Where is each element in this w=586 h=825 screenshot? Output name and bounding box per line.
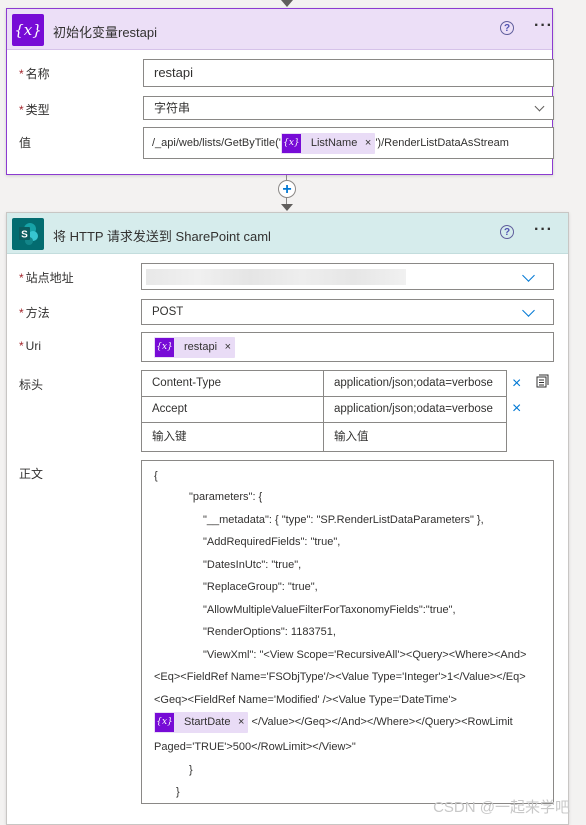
chevron-down-icon — [522, 304, 535, 317]
body-line: "__metadata": { "type": "SP.RenderListDa… — [203, 514, 484, 526]
required-mark: * — [19, 306, 24, 320]
card-header[interactable]: {x} 初始化变量restapi ? ··· — [7, 9, 552, 50]
connector-arrow — [281, 204, 293, 211]
uri-label: * Uri — [19, 339, 41, 353]
connector-arrow-top — [281, 0, 293, 7]
header-key-placeholder-input[interactable]: 输入键 — [141, 422, 324, 452]
sharepoint-icon: S — [12, 218, 44, 250]
body-line: } — [189, 764, 193, 776]
header-value-input[interactable]: application/json;odata=verbose — [323, 396, 507, 423]
chevron-down-icon — [534, 101, 545, 112]
name-input[interactable]: restapi — [143, 59, 554, 87]
help-icon[interactable]: ? — [500, 225, 514, 239]
variable-icon: {x} — [155, 337, 174, 357]
header-value-input[interactable]: application/json;odata=verbose — [323, 370, 507, 397]
name-label: * 名称 — [19, 67, 50, 81]
remove-token-icon[interactable]: × — [365, 133, 371, 154]
chevron-down-icon — [522, 269, 535, 282]
initialize-variable-card[interactable]: {x} 初始化变量restapi ? ··· * 名称 restapi * 类型 字… — [6, 8, 554, 175]
body-line: Paged='TRUE'>500</RowLimit></View>" — [154, 741, 356, 753]
site-address-dropdown[interactable] — [141, 263, 554, 290]
card-header[interactable]: S 将 HTTP 请求发送到 SharePoint caml ? ··· — [7, 213, 568, 254]
variable-icon: {x} — [155, 712, 174, 732]
body-line: <Eq><FieldRef Name='FSObjType'/><Value T… — [154, 671, 526, 683]
body-line: "AllowMultipleValueFilterForTaxonomyFiel… — [203, 604, 456, 616]
headers-label: 标头 — [19, 378, 44, 392]
header-key-input[interactable]: Accept — [141, 396, 324, 423]
body-line: { — [154, 470, 158, 482]
add-step-button[interactable]: + — [278, 180, 296, 198]
body-line-with-token: {x} StartDate × </Value></Geq></And></Wher… — [154, 710, 513, 734]
help-icon[interactable]: ? — [500, 21, 514, 35]
body-label: 正文 — [19, 467, 44, 481]
restapi-token[interactable]: {x} restapi × — [154, 336, 236, 358]
body-line: "AddRequiredFields": "true", — [203, 536, 341, 548]
variable-icon: {x} — [281, 133, 301, 153]
body-line: "ReplaceGroup": "true", — [203, 581, 318, 593]
remove-header-icon[interactable]: × — [512, 401, 521, 417]
card-title: 将 HTTP 请求发送到 SharePoint caml — [53, 229, 271, 244]
required-mark: * — [19, 103, 24, 117]
required-mark: * — [19, 339, 24, 353]
switch-to-text-mode-icon[interactable] — [534, 373, 550, 389]
body-editor[interactable]: { "parameters": { "__metadata": { "type"… — [141, 460, 554, 804]
body-line: } — [176, 786, 180, 798]
svg-text:S: S — [21, 230, 28, 241]
value-prefix-text: /_api/web/lists/GetByTitle(' — [152, 137, 281, 149]
variable-icon: {x} — [12, 14, 44, 46]
site-address-label: * 站点地址 — [19, 271, 74, 285]
sharepoint-http-request-card[interactable]: S 将 HTTP 请求发送到 SharePoint caml ? ··· * 站点… — [6, 212, 569, 825]
body-line: "ViewXml": "<View Scope='RecursiveAll'><… — [203, 649, 527, 661]
card-title: 初始化变量restapi — [53, 25, 158, 40]
token-label: ListName — [310, 136, 358, 149]
body-line: "parameters": { — [189, 491, 263, 503]
header-key-input[interactable]: Content-Type — [141, 370, 324, 397]
token-label: restapi — [184, 340, 218, 353]
body-line: "RenderOptions": 1183751, — [203, 626, 336, 638]
header-value-placeholder-input[interactable]: 输入值 — [323, 422, 507, 452]
more-options-icon[interactable]: ··· — [534, 17, 553, 35]
value-suffix-text: ')/RenderListDataAsStream — [375, 137, 509, 149]
method-label: * 方法 — [19, 306, 50, 320]
value-input[interactable]: /_api/web/lists/GetByTitle(' {x} ListName ×… — [143, 127, 554, 159]
remove-token-icon[interactable]: × — [238, 712, 244, 733]
method-dropdown[interactable]: POST — [141, 299, 554, 325]
remove-header-icon[interactable]: × — [512, 376, 521, 392]
watermark: CSDN @一起来学吧 — [433, 799, 570, 816]
type-value: 字符串 — [154, 101, 191, 115]
more-options-icon[interactable]: ··· — [534, 221, 553, 239]
startdate-token[interactable]: {x} StartDate × — [154, 711, 249, 733]
type-label: * 类型 — [19, 103, 50, 117]
body-line: <Geq><FieldRef Name='Modified' /><Value … — [154, 694, 457, 706]
method-value: POST — [152, 306, 184, 318]
value-label: 值 — [19, 136, 32, 150]
remove-token-icon[interactable]: × — [225, 337, 231, 358]
uri-input[interactable]: {x} restapi × — [141, 332, 554, 362]
required-mark: * — [19, 271, 24, 285]
required-mark: * — [19, 67, 24, 81]
body-line: "DatesInUtc": "true", — [203, 559, 302, 571]
type-dropdown[interactable]: 字符串 — [143, 96, 554, 120]
token-label: StartDate — [184, 715, 231, 728]
redacted-site-url — [146, 269, 406, 285]
listname-token[interactable]: {x} ListName × — [280, 132, 376, 154]
